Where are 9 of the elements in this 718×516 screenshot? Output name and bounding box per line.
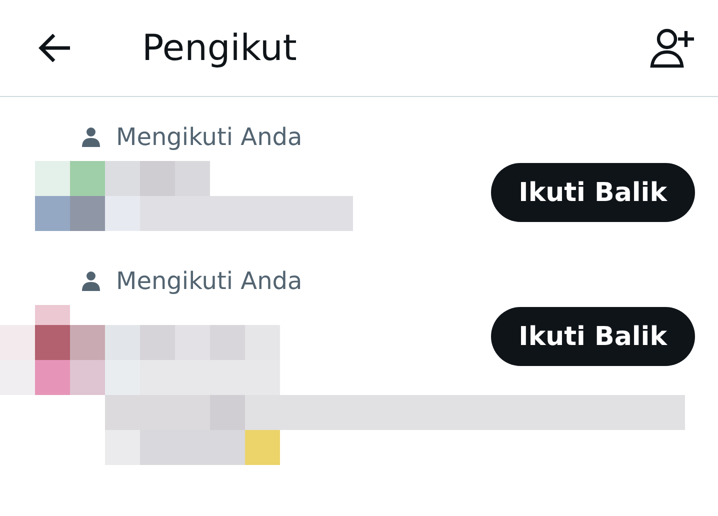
person-icon [82, 271, 100, 291]
follow-back-button[interactable]: Ikuti Balik [490, 307, 695, 366]
add-person-icon[interactable] [650, 28, 696, 68]
follows-you-label: Mengikuti Anda [116, 267, 302, 295]
follows-you-label: Mengikuti Anda [116, 123, 302, 151]
person-icon [82, 127, 100, 147]
back-icon[interactable] [38, 33, 72, 63]
follow-back-button[interactable]: Ikuti Balik [490, 163, 695, 222]
page-title: Pengikut [142, 28, 298, 68]
